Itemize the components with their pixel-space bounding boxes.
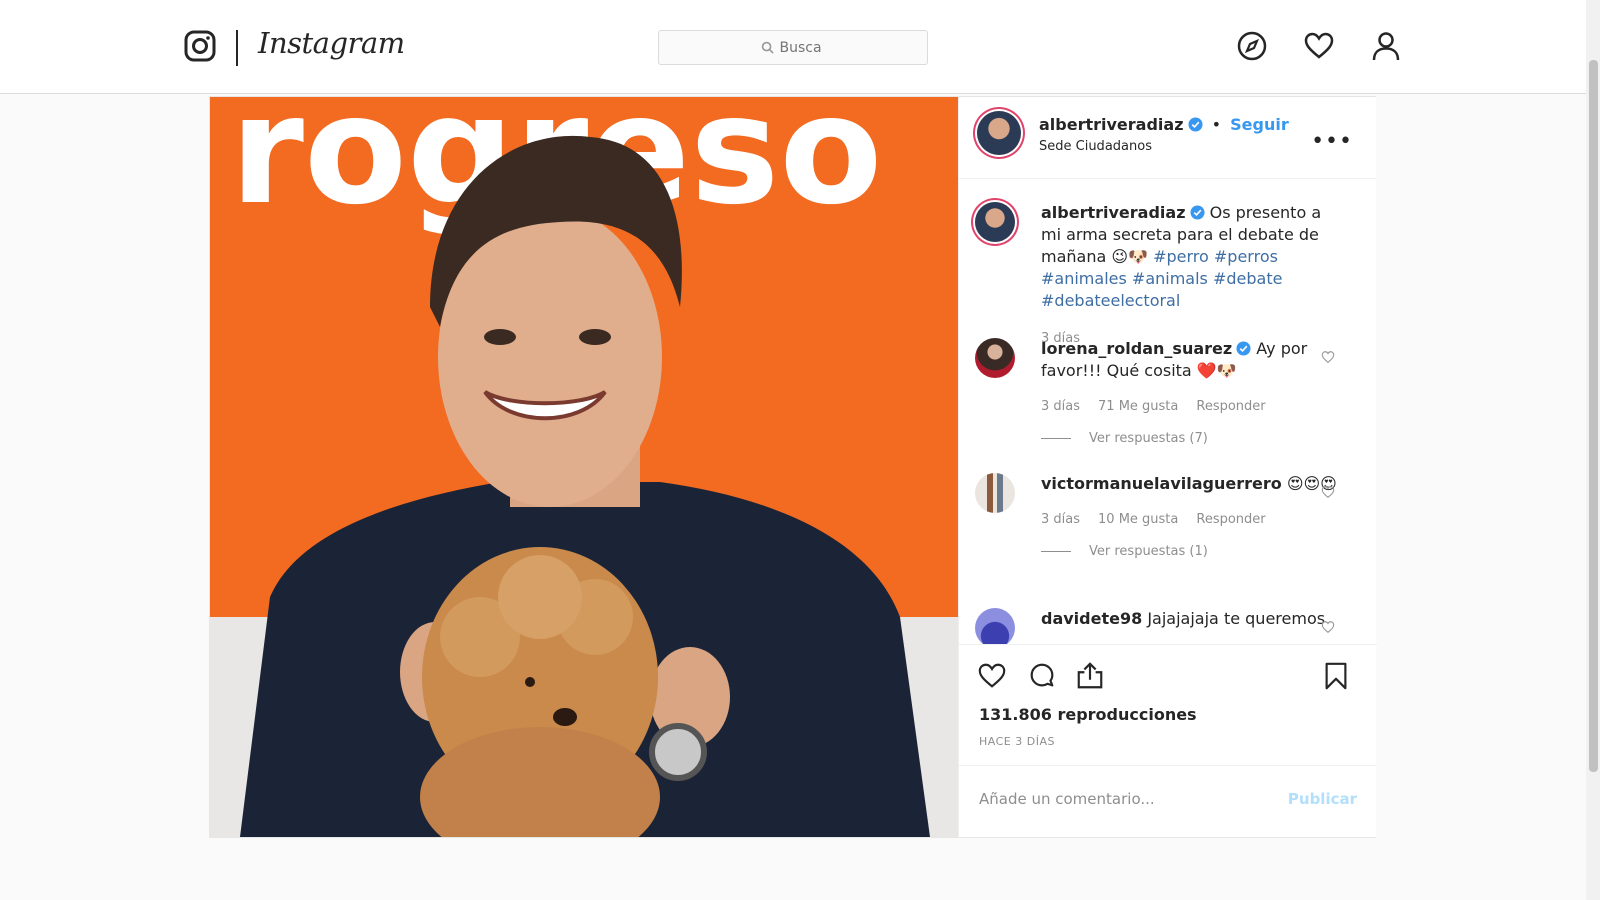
comment-item: victormanuelavilaguerrero 😍😍😍 3 días 10 M… [975,473,1365,583]
verified-icon [1189,205,1205,220]
comment-time: 3 días [1041,512,1081,527]
reply-button[interactable]: Responder [1196,399,1265,414]
post-image: rogreso [210,97,958,837]
comment-like-icon[interactable] [1321,350,1335,364]
follow-button[interactable]: Seguir [1230,115,1289,134]
comment-body: victormanuelavilaguerrero 😍😍😍 3 días 10 M… [1041,473,1341,563]
caption: albertriveradiaz Os presento a mi arma s… [975,202,1365,352]
heart-icon[interactable] [1303,30,1335,62]
caption-text-block: albertriveradiaz Os presento a mi arma s… [1041,202,1341,350]
comment-avatar[interactable] [975,473,1015,513]
comment-body: lorena_roldan_suarez Ay por favor!!! Qué… [1041,338,1341,450]
hashtag-link[interactable]: #debateelectoral [1041,291,1180,310]
view-replies[interactable]: Ver respuestas (1) [1041,541,1341,563]
search-icon [761,41,774,54]
comment-likes[interactable]: 10 Me gusta [1098,512,1178,527]
comment-input[interactable] [979,790,1279,808]
view-replies-label[interactable]: Ver respuestas (7) [1089,431,1208,446]
comment-avatar[interactable] [975,338,1015,378]
publish-button[interactable]: Publicar [1288,790,1357,808]
comment-like-icon[interactable] [1321,620,1335,634]
verified-icon [1236,341,1251,356]
compass-icon[interactable] [1236,30,1268,62]
view-count[interactable]: 131.806 reproducciones [979,705,1197,724]
post-video[interactable]: rogreso [210,97,958,837]
comment-body: davidete98 Jajajajaja te queremos [1041,608,1341,630]
comment-text: Jajajajaja te queremos [1147,609,1326,628]
post-header: albertriveradiaz • Seguir Sede Ciudadano… [959,97,1377,179]
post-card: rogreso [209,96,1377,838]
hashtag-link[interactable]: #perros [1214,247,1278,266]
comments-list[interactable]: albertriveradiaz Os presento a mi arma s… [959,180,1377,644]
comment-icon[interactable] [1027,661,1057,691]
add-comment-bar: Publicar [959,765,1377,837]
hashtag-link[interactable]: #debate [1213,269,1282,288]
caption-emoji: 😉🐶 [1111,247,1148,266]
verified-icon [1187,117,1203,132]
more-icon[interactable]: ••• [1311,131,1353,153]
dot-separator: • [1211,115,1222,134]
author-line: albertriveradiaz • Seguir [1039,115,1289,134]
replies-divider [1041,438,1071,439]
caption-username[interactable]: albertriveradiaz [1041,203,1186,222]
comment-likes[interactable]: 71 Me gusta [1098,399,1178,414]
comment-like-icon[interactable] [1321,485,1335,499]
instagram-icon[interactable] [184,30,216,62]
comment-item: lorena_roldan_suarez Ay por favor!!! Qué… [975,338,1365,448]
comment-username[interactable]: victormanuelavilaguerrero [1041,474,1282,493]
comment-item: davidete98 Jajajajaja te queremos [975,608,1365,644]
top-navigation: Instagram [0,0,1586,94]
instagram-wordmark[interactable]: Instagram [258,26,405,60]
page-scrollbar[interactable] [1586,0,1600,900]
view-replies[interactable]: Ver respuestas (7) [1041,428,1341,450]
like-icon[interactable] [977,661,1007,691]
author-avatar[interactable] [977,111,1021,155]
hashtag-link[interactable]: #animales [1041,269,1127,288]
view-replies-label[interactable]: Ver respuestas (1) [1089,544,1208,559]
profile-icon[interactable] [1370,30,1402,62]
logo-divider [236,30,238,66]
scrollbar-thumb[interactable] [1589,60,1598,772]
comment-time: 3 días [1041,399,1081,414]
author-username[interactable]: albertriveradiaz [1039,115,1184,134]
caption-avatar[interactable] [975,202,1015,242]
bookmark-icon[interactable] [1321,661,1351,691]
post-timestamp: HACE 3 DÍAS [979,735,1055,748]
comment-meta: 3 días 71 Me gusta Responder [1041,396,1341,418]
hashtag-link[interactable]: #animals [1132,269,1208,288]
comment-avatar[interactable] [975,608,1015,644]
search-input[interactable] [779,39,826,56]
search-box[interactable] [658,30,928,65]
comment-username[interactable]: lorena_roldan_suarez [1041,339,1232,358]
post-actions: 131.806 reproducciones HACE 3 DÍAS [959,644,1377,764]
post-sidebar: albertriveradiaz • Seguir Sede Ciudadano… [958,97,1377,837]
share-icon[interactable] [1075,661,1105,691]
post-location[interactable]: Sede Ciudadanos [1039,139,1152,154]
hashtag-link[interactable]: #perro [1153,247,1209,266]
comment-username[interactable]: davidete98 [1041,609,1142,628]
comment-meta: 3 días 10 Me gusta Responder [1041,509,1341,531]
reply-button[interactable]: Responder [1196,512,1265,527]
replies-divider [1041,551,1071,552]
